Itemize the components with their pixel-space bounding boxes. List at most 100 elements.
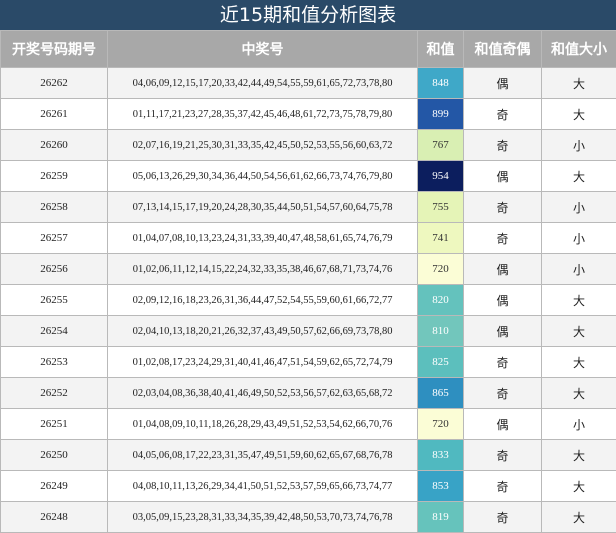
sum-cell: 810	[418, 316, 464, 347]
col-header-numbers: 中奖号	[108, 31, 418, 68]
period-cell: 26259	[1, 161, 108, 192]
size-cell: 大	[542, 99, 616, 130]
col-header-size: 和值大小	[542, 31, 616, 68]
table-row: 2625004,05,06,08,17,22,23,31,35,47,49,51…	[1, 440, 616, 471]
size-cell: 大	[542, 440, 616, 471]
col-header-sum: 和值	[418, 31, 464, 68]
page-title: 近15期和值分析图表	[0, 0, 616, 30]
table-row: 2626002,07,16,19,21,25,30,31,33,35,42,45…	[1, 130, 616, 161]
sum-cell: 848	[418, 68, 464, 99]
numbers-cell: 01,11,17,21,23,27,28,35,37,42,45,46,48,6…	[108, 99, 418, 130]
sum-cell: 833	[418, 440, 464, 471]
sum-cell: 741	[418, 223, 464, 254]
sum-cell: 755	[418, 192, 464, 223]
period-cell: 26261	[1, 99, 108, 130]
parity-cell: 奇	[464, 440, 542, 471]
parity-cell: 奇	[464, 471, 542, 502]
numbers-cell: 02,03,04,08,36,38,40,41,46,49,50,52,53,5…	[108, 378, 418, 409]
size-cell: 大	[542, 68, 616, 99]
period-cell: 26258	[1, 192, 108, 223]
period-cell: 26248	[1, 502, 108, 533]
page: 近15期和值分析图表 开奖号码期号 中奖号 和值 和值奇偶 和值大小 26262…	[0, 0, 616, 532]
parity-cell: 奇	[464, 130, 542, 161]
table-row: 2626204,06,09,12,15,17,20,33,42,44,49,54…	[1, 68, 616, 99]
parity-cell: 偶	[464, 285, 542, 316]
parity-cell: 偶	[464, 68, 542, 99]
parity-cell: 奇	[464, 502, 542, 533]
table-header: 开奖号码期号 中奖号 和值 和值奇偶 和值大小	[1, 31, 616, 68]
table-row: 2624803,05,09,15,23,28,31,33,34,35,39,42…	[1, 502, 616, 533]
numbers-cell: 04,08,10,11,13,26,29,34,41,50,51,52,53,5…	[108, 471, 418, 502]
parity-cell: 奇	[464, 347, 542, 378]
period-cell: 26262	[1, 68, 108, 99]
col-header-parity: 和值奇偶	[464, 31, 542, 68]
numbers-cell: 03,05,09,15,23,28,31,33,34,35,39,42,48,5…	[108, 502, 418, 533]
period-cell: 26253	[1, 347, 108, 378]
table-row: 2625402,04,10,13,18,20,21,26,32,37,43,49…	[1, 316, 616, 347]
period-cell: 26256	[1, 254, 108, 285]
sum-cell: 819	[418, 502, 464, 533]
parity-cell: 奇	[464, 378, 542, 409]
period-cell: 26255	[1, 285, 108, 316]
period-cell: 26249	[1, 471, 108, 502]
numbers-cell: 04,06,09,12,15,17,20,33,42,44,49,54,55,5…	[108, 68, 418, 99]
parity-cell: 奇	[464, 192, 542, 223]
size-cell: 小	[542, 409, 616, 440]
numbers-cell: 01,04,07,08,10,13,23,24,31,33,39,40,47,4…	[108, 223, 418, 254]
size-cell: 大	[542, 285, 616, 316]
size-cell: 小	[542, 130, 616, 161]
size-cell: 小	[542, 192, 616, 223]
sum-cell: 825	[418, 347, 464, 378]
size-cell: 大	[542, 316, 616, 347]
size-cell: 大	[542, 347, 616, 378]
parity-cell: 奇	[464, 99, 542, 130]
header-row: 开奖号码期号 中奖号 和值 和值奇偶 和值大小	[1, 31, 616, 68]
sum-cell: 720	[418, 254, 464, 285]
numbers-cell: 01,04,08,09,10,11,18,26,28,29,43,49,51,5…	[108, 409, 418, 440]
parity-cell: 偶	[464, 316, 542, 347]
size-cell: 大	[542, 502, 616, 533]
size-cell: 小	[542, 223, 616, 254]
table-row: 2625101,04,08,09,10,11,18,26,28,29,43,49…	[1, 409, 616, 440]
table-row: 2625601,02,06,11,12,14,15,22,24,32,33,35…	[1, 254, 616, 285]
size-cell: 大	[542, 471, 616, 502]
sum-cell: 954	[418, 161, 464, 192]
parity-cell: 偶	[464, 409, 542, 440]
sum-cell: 767	[418, 130, 464, 161]
sum-cell: 899	[418, 99, 464, 130]
size-cell: 大	[542, 161, 616, 192]
numbers-cell: 07,13,14,15,17,19,20,24,28,30,35,44,50,5…	[108, 192, 418, 223]
table-row: 2625202,03,04,08,36,38,40,41,46,49,50,52…	[1, 378, 616, 409]
parity-cell: 偶	[464, 254, 542, 285]
sum-cell: 820	[418, 285, 464, 316]
numbers-cell: 01,02,06,11,12,14,15,22,24,32,33,35,38,4…	[108, 254, 418, 285]
col-header-period: 开奖号码期号	[1, 31, 108, 68]
period-cell: 26251	[1, 409, 108, 440]
period-cell: 26254	[1, 316, 108, 347]
sum-analysis-table: 开奖号码期号 中奖号 和值 和值奇偶 和值大小 2626204,06,09,12…	[0, 30, 616, 533]
numbers-cell: 02,04,10,13,18,20,21,26,32,37,43,49,50,5…	[108, 316, 418, 347]
table-row: 2624904,08,10,11,13,26,29,34,41,50,51,52…	[1, 471, 616, 502]
table-row: 2625701,04,07,08,10,13,23,24,31,33,39,40…	[1, 223, 616, 254]
table-row: 2625807,13,14,15,17,19,20,24,28,30,35,44…	[1, 192, 616, 223]
numbers-cell: 01,02,08,17,23,24,29,31,40,41,46,47,51,5…	[108, 347, 418, 378]
period-cell: 26250	[1, 440, 108, 471]
sum-cell: 853	[418, 471, 464, 502]
numbers-cell: 02,09,12,16,18,23,26,31,36,44,47,52,54,5…	[108, 285, 418, 316]
table-row: 2625301,02,08,17,23,24,29,31,40,41,46,47…	[1, 347, 616, 378]
numbers-cell: 05,06,13,26,29,30,34,36,44,50,54,56,61,6…	[108, 161, 418, 192]
sum-cell: 720	[418, 409, 464, 440]
table-row: 2626101,11,17,21,23,27,28,35,37,42,45,46…	[1, 99, 616, 130]
period-cell: 26252	[1, 378, 108, 409]
table-body: 2626204,06,09,12,15,17,20,33,42,44,49,54…	[1, 68, 616, 533]
period-cell: 26260	[1, 130, 108, 161]
numbers-cell: 02,07,16,19,21,25,30,31,33,35,42,45,50,5…	[108, 130, 418, 161]
table-row: 2625502,09,12,16,18,23,26,31,36,44,47,52…	[1, 285, 616, 316]
size-cell: 大	[542, 378, 616, 409]
period-cell: 26257	[1, 223, 108, 254]
sum-cell: 865	[418, 378, 464, 409]
parity-cell: 偶	[464, 161, 542, 192]
parity-cell: 奇	[464, 223, 542, 254]
numbers-cell: 04,05,06,08,17,22,23,31,35,47,49,51,59,6…	[108, 440, 418, 471]
table-row: 2625905,06,13,26,29,30,34,36,44,50,54,56…	[1, 161, 616, 192]
